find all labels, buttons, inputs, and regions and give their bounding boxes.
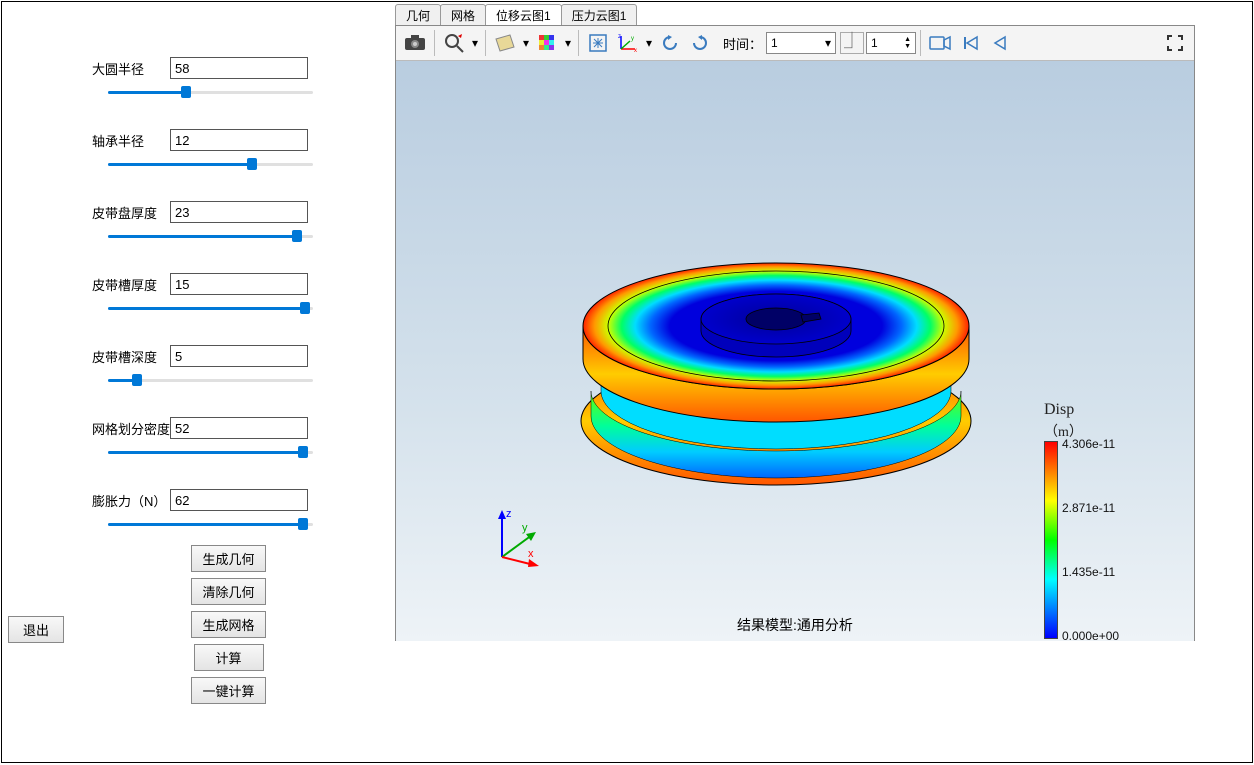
- large-radius-input[interactable]: [170, 57, 308, 79]
- expansion-force-slider[interactable]: [108, 515, 313, 533]
- legend-title: Disp: [1044, 401, 1184, 419]
- plane-icon[interactable]: [490, 28, 520, 58]
- bearing-radius-label: 轴承半径: [92, 131, 170, 150]
- rotate-cw-icon[interactable]: [685, 28, 715, 58]
- cube-color-icon[interactable]: [532, 28, 562, 58]
- axis-gizmo: z y x: [484, 507, 544, 567]
- result-model-label: 结果模型:通用分析: [396, 615, 1194, 635]
- groove-thickness-input[interactable]: [170, 273, 308, 295]
- frame-select[interactable]: 1▲▼: [866, 32, 916, 54]
- svg-text:y: y: [631, 36, 634, 42]
- play-back-icon[interactable]: [985, 28, 1015, 58]
- tab-mesh[interactable]: 网格: [440, 4, 486, 26]
- record-icon[interactable]: [925, 28, 955, 58]
- time-select[interactable]: 1▾: [766, 32, 836, 54]
- exit-button[interactable]: 退出: [8, 616, 64, 643]
- viewport-canvas[interactable]: z y x Disp （m） 4.306e-11 2.871e-11 1.435…: [396, 61, 1194, 641]
- viewport-toolbar: ▾ ▾ ▾ z y x ▾: [396, 26, 1194, 61]
- large-radius-label: 大圆半径: [92, 59, 170, 78]
- bearing-radius-slider[interactable]: [108, 155, 313, 173]
- legend-bar: [1044, 441, 1058, 639]
- expansion-force-input[interactable]: [170, 489, 308, 511]
- view-tabs: 几何 网格 位移云图1 压力云图1: [395, 4, 636, 26]
- expansion-force-label: 膨胀力（N）: [92, 491, 170, 510]
- axis-orient-icon[interactable]: z y x: [613, 28, 643, 58]
- mesh-density-slider[interactable]: [108, 443, 313, 461]
- time-label: 时间：: [723, 34, 762, 53]
- color-legend: Disp （m） 4.306e-11 2.871e-11 1.435e-11 0…: [1044, 401, 1184, 443]
- zoom-icon[interactable]: [439, 28, 469, 58]
- groove-depth-slider[interactable]: [108, 371, 313, 389]
- fit-view-icon[interactable]: [583, 28, 613, 58]
- generate-mesh-button[interactable]: 生成网格: [191, 611, 265, 638]
- disc-thickness-label: 皮带盘厚度: [92, 203, 170, 222]
- cube-dropdown-icon[interactable]: ▾: [562, 36, 574, 50]
- groove-thickness-slider[interactable]: [108, 299, 313, 317]
- disc-thickness-input[interactable]: [170, 201, 308, 223]
- calculate-button[interactable]: 计算: [194, 644, 264, 671]
- legend-max: 4.306e-11: [1062, 437, 1115, 451]
- pulley-model: [571, 191, 981, 521]
- large-radius-slider[interactable]: [108, 83, 313, 101]
- legend-mid-low: 1.435e-11: [1062, 565, 1115, 579]
- mesh-density-label: 网格划分密度: [92, 419, 170, 438]
- plane-dropdown-icon[interactable]: ▾: [520, 36, 532, 50]
- svg-text:x: x: [528, 548, 534, 560]
- bearing-radius-input[interactable]: [170, 129, 308, 151]
- generate-geometry-button[interactable]: 生成几何: [191, 545, 265, 572]
- fullscreen-icon[interactable]: [1160, 28, 1190, 58]
- zoom-dropdown-icon[interactable]: ▾: [469, 36, 481, 50]
- axis-dropdown-icon[interactable]: ▾: [643, 36, 655, 50]
- tab-pressure-cloud[interactable]: 压力云图1: [561, 4, 638, 26]
- skip-back-icon[interactable]: [955, 28, 985, 58]
- groove-depth-input[interactable]: [170, 345, 308, 367]
- parameter-panel: 大圆半径 轴承半径 皮带盘厚度 皮带槽厚度: [2, 2, 395, 762]
- viewport: ▾ ▾ ▾ zyx ▾: [395, 25, 1195, 641]
- clear-geometry-button[interactable]: 清除几何: [191, 578, 265, 605]
- tab-displacement-cloud[interactable]: 位移云图1: [485, 4, 562, 26]
- mesh-density-input[interactable]: [170, 417, 308, 439]
- tab-geometry[interactable]: 几何: [395, 4, 441, 26]
- rotate-ccw-icon[interactable]: [655, 28, 685, 58]
- one-click-calculate-button[interactable]: 一键计算: [191, 677, 265, 704]
- disc-thickness-slider[interactable]: [108, 227, 313, 245]
- camera-icon[interactable]: [400, 28, 430, 58]
- legend-mid-high: 2.871e-11: [1062, 501, 1115, 515]
- stop-end-icon[interactable]: ⏌: [840, 32, 864, 54]
- svg-text:y: y: [522, 522, 528, 534]
- groove-depth-label: 皮带槽深度: [92, 347, 170, 366]
- svg-text:x: x: [634, 48, 637, 53]
- svg-text:z: z: [506, 508, 512, 520]
- svg-text:z: z: [618, 34, 621, 40]
- groove-thickness-label: 皮带槽厚度: [92, 275, 170, 294]
